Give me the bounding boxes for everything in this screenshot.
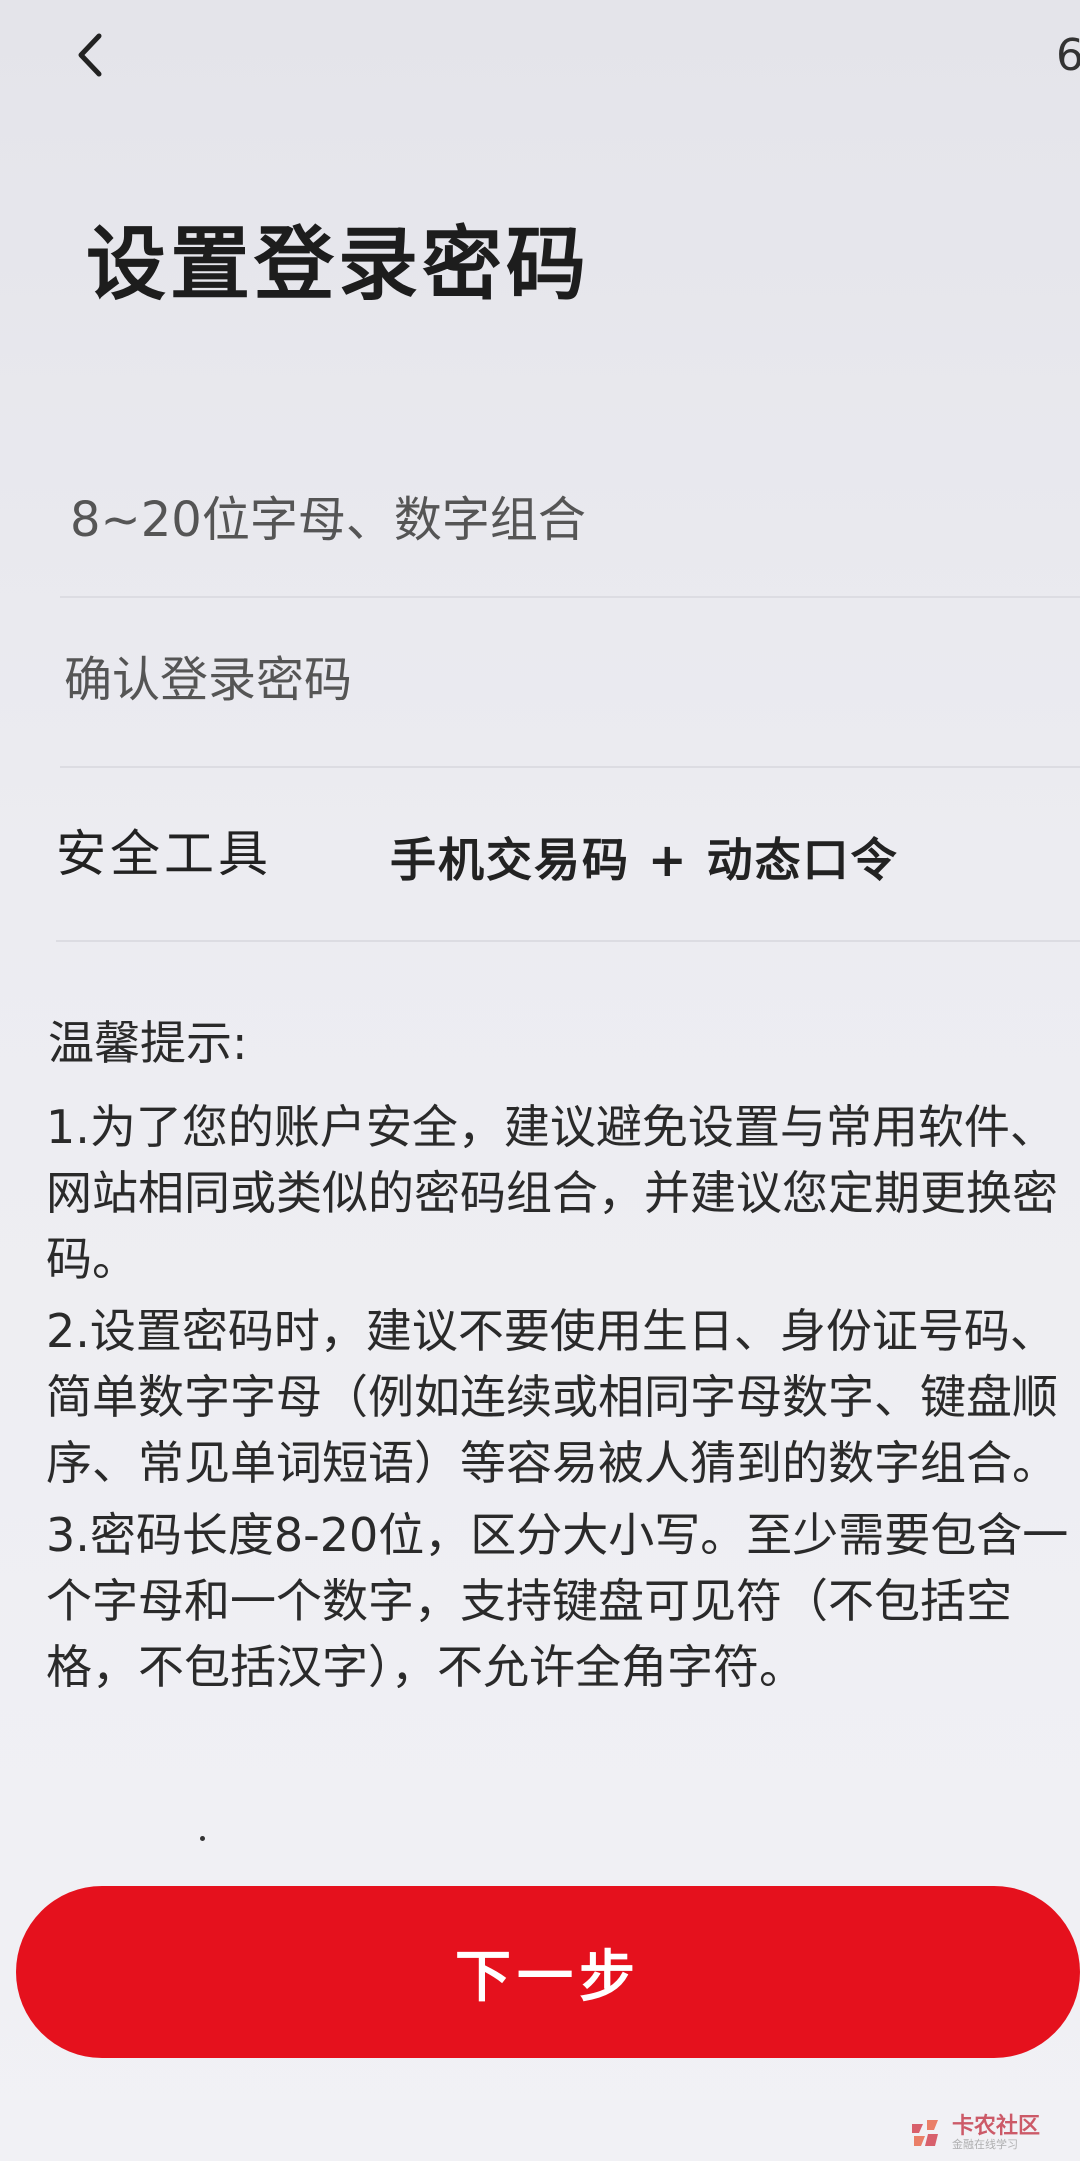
tip-item: 1.为了您的账户安全，建议避免设置与常用软件、网站相同或类似的密码组合，并建议您…	[46, 1100, 1058, 1286]
security-tool-value: 手机交易码 + 动态口令	[390, 833, 899, 887]
tips-heading: 温馨提示:	[48, 1016, 248, 1070]
security-tool-row[interactable]: 安全工具 手机交易码 + 动态口令	[56, 800, 1080, 942]
watermark: 卡农社区 金融在线学习	[908, 2113, 1040, 2151]
watermark-name: 卡农社区	[951, 2113, 1040, 2139]
watermark-tagline: 金融在线学习	[951, 2137, 1018, 2151]
tips-section: 温馨提示: 1.为了您的账户安全，建议避免设置与常用软件、网站相同或类似的密码组…	[30, 1010, 1080, 1706]
tip-item: 2.设置密码时，建议不要使用生日、身份证号码、简单数字字母（例如连续或相同字母数…	[46, 1304, 1058, 1490]
page-title: 设置登录密码	[86, 218, 590, 311]
back-button[interactable]	[60, 20, 120, 90]
tip-item: 3.密码长度8-20位，区分大小写。至少需要包含一个字母和一个数字，支持键盘可见…	[46, 1508, 1069, 1694]
password-field	[60, 470, 1080, 598]
watermark-logo-icon	[911, 2119, 938, 2146]
set-password-screen: 6 设置登录密码 安全工具 手机交易码 + 动态口令 温馨提示: 1.为了您的账…	[0, 0, 1080, 2161]
next-step-button[interactable]: 下一步	[16, 1886, 1080, 2058]
decorative-dot	[200, 1836, 205, 1841]
chevron-left-icon	[78, 33, 102, 77]
password-input[interactable]	[60, 480, 1030, 560]
confirm-password-input[interactable]	[60, 640, 1024, 720]
security-tool-label: 安全工具	[56, 825, 272, 883]
status-glyph: 6	[1056, 30, 1080, 81]
confirm-password-field	[60, 640, 1080, 768]
